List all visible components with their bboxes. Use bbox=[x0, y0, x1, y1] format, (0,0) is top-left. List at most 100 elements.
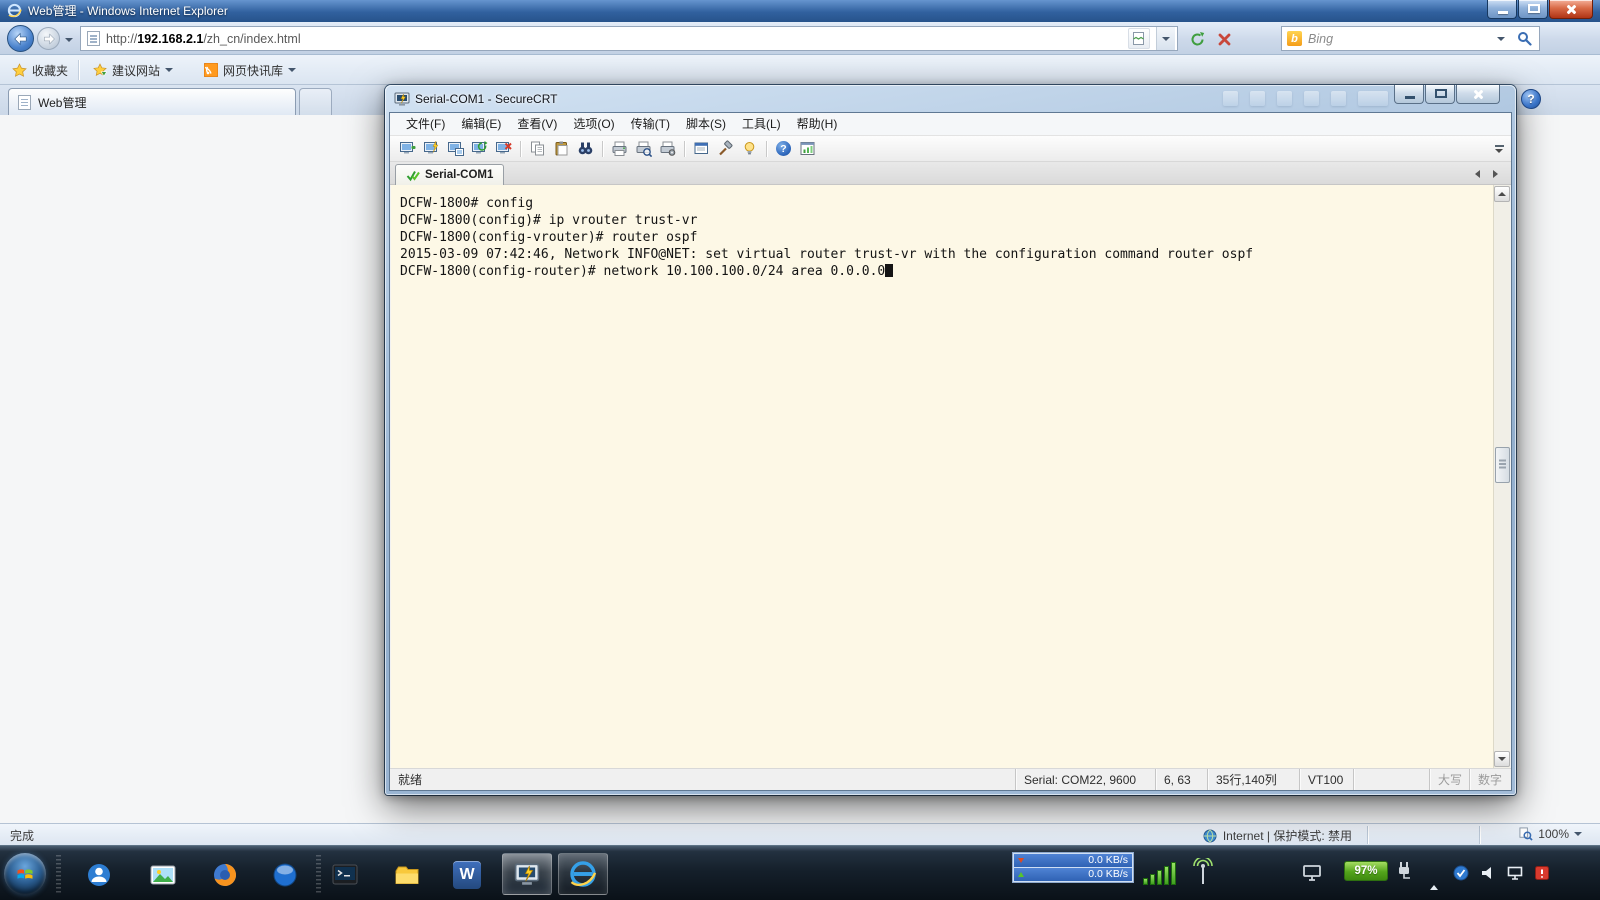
session-tab-serial-com1[interactable]: Serial-COM1 bbox=[395, 164, 505, 185]
address-dropdown-button[interactable] bbox=[1156, 27, 1175, 50]
minimize-button[interactable] bbox=[1487, 0, 1517, 19]
tab-web-admin[interactable]: Web管理 bbox=[8, 88, 296, 115]
securecrt-taskbar-button[interactable] bbox=[502, 853, 552, 895]
magnifier-icon bbox=[1518, 32, 1532, 46]
search-box[interactable]: b Bing bbox=[1281, 26, 1540, 51]
terminal-prompt-line: DCFW-1800(config-router)# network 10.100… bbox=[400, 263, 1490, 280]
scrollbar-thumb[interactable] bbox=[1495, 447, 1510, 483]
menu-file[interactable]: 文件(F) bbox=[398, 113, 453, 136]
ie-logo-icon bbox=[7, 3, 22, 18]
browser-sphere-icon[interactable] bbox=[270, 860, 300, 890]
session-options-icon[interactable] bbox=[715, 138, 736, 159]
connect-in-tab-icon[interactable] bbox=[445, 138, 466, 159]
menu-script[interactable]: 脚本(S) bbox=[678, 113, 734, 136]
securecrt-titlebar[interactable]: Serial-COM1 - SecureCRT bbox=[385, 85, 1516, 112]
display-icon[interactable] bbox=[1302, 864, 1322, 882]
favorites-button[interactable]: 收藏夹 bbox=[5, 58, 75, 82]
signal-strength-icon[interactable] bbox=[1143, 862, 1176, 885]
menu-help[interactable]: 帮助(H) bbox=[789, 113, 846, 136]
network-status-icon[interactable] bbox=[1506, 864, 1524, 882]
scroll-up-button[interactable] bbox=[1494, 186, 1510, 202]
terminal-screen[interactable]: DCFW-1800# config DCFW-1800(config)# ip … bbox=[391, 185, 1510, 768]
securecrt-window-controls bbox=[1394, 85, 1500, 104]
print-setup-icon[interactable] bbox=[657, 138, 678, 159]
explorer-folder-icon[interactable] bbox=[392, 860, 422, 890]
ac-power-icon[interactable] bbox=[1396, 861, 1412, 881]
scroll-down-button[interactable] bbox=[1494, 751, 1510, 767]
securecrt-window-title: Serial-COM1 - SecureCRT bbox=[415, 92, 558, 106]
volume-icon[interactable] bbox=[1479, 864, 1497, 882]
menu-tools[interactable]: 工具(L) bbox=[734, 113, 789, 136]
ie-window-controls bbox=[1487, 0, 1593, 19]
toolbar-separator bbox=[684, 140, 685, 157]
battery-level-badge[interactable]: 97% bbox=[1344, 861, 1388, 881]
forward-button[interactable] bbox=[37, 27, 60, 50]
compatibility-view-button[interactable] bbox=[1128, 28, 1150, 49]
tab-scroll-left-button[interactable] bbox=[1470, 166, 1485, 181]
glass-reflection-icons bbox=[1223, 91, 1388, 106]
network-speed-widget[interactable]: 0.0 KB/s 0.0 KB/s bbox=[1012, 852, 1134, 883]
vertical-scrollbar[interactable] bbox=[1493, 185, 1510, 768]
print-icon[interactable] bbox=[609, 138, 630, 159]
show-hidden-icons-button[interactable] bbox=[1430, 868, 1438, 890]
properties-icon[interactable] bbox=[691, 138, 712, 159]
disconnect-icon[interactable] bbox=[493, 138, 514, 159]
maximize-button[interactable] bbox=[1425, 85, 1455, 104]
close-button[interactable] bbox=[1549, 0, 1593, 19]
zoom-control[interactable]: 100% bbox=[1519, 827, 1582, 841]
photo-viewer-icon[interactable] bbox=[148, 860, 178, 890]
stop-x-icon bbox=[1218, 33, 1230, 45]
console-icon[interactable] bbox=[330, 860, 360, 890]
wireless-antenna-icon[interactable] bbox=[1192, 858, 1214, 886]
connect-icon[interactable] bbox=[397, 138, 418, 159]
battery-percent: 97% bbox=[1354, 865, 1378, 877]
terminal-text: DCFW-1800(config-router)# network 10.100… bbox=[400, 264, 886, 279]
paste-icon[interactable] bbox=[551, 138, 572, 159]
back-button[interactable] bbox=[7, 25, 34, 52]
menu-options[interactable]: 选项(O) bbox=[565, 113, 622, 136]
refresh-button[interactable] bbox=[1184, 27, 1210, 51]
security-alert-icon[interactable] bbox=[1533, 864, 1551, 882]
address-bar[interactable]: http://192.168.2.1/zh_cn/index.html bbox=[80, 26, 1178, 51]
ie-titlebar[interactable]: Web管理 - Windows Internet Explorer bbox=[0, 0, 1600, 22]
chevron-down-icon bbox=[1574, 832, 1582, 836]
start-button[interactable] bbox=[4, 853, 46, 895]
taskbar-grip bbox=[316, 855, 321, 893]
suggested-sites-label: 建议网站 bbox=[112, 63, 161, 78]
download-speed-row: 0.0 KB/s bbox=[1014, 854, 1132, 867]
session-manager-icon[interactable] bbox=[797, 138, 818, 159]
print-preview-icon[interactable] bbox=[633, 138, 654, 159]
recent-pages-dropdown[interactable] bbox=[63, 34, 75, 46]
menu-transfer[interactable]: 传输(T) bbox=[623, 113, 678, 136]
suggested-sites-button[interactable]: 建议网站 bbox=[86, 58, 180, 82]
copy-icon[interactable] bbox=[527, 138, 548, 159]
favorites-bar: 收藏夹 建议网站 网页快讯库 bbox=[0, 55, 1600, 85]
close-button[interactable] bbox=[1456, 85, 1500, 104]
stop-button[interactable] bbox=[1212, 27, 1236, 51]
reconnect-icon[interactable] bbox=[469, 138, 490, 159]
maximize-button[interactable] bbox=[1518, 0, 1548, 19]
new-tab-stub[interactable] bbox=[299, 88, 332, 115]
word-icon[interactable]: W bbox=[452, 860, 482, 890]
minimize-button[interactable] bbox=[1394, 85, 1424, 104]
firefox-icon[interactable] bbox=[210, 860, 240, 890]
keyword-highlight-icon[interactable] bbox=[739, 138, 760, 159]
web-slices-label: 网页快讯库 bbox=[223, 63, 284, 78]
menu-view[interactable]: 查看(V) bbox=[509, 113, 565, 136]
help-icon[interactable]: ? bbox=[773, 138, 794, 159]
toolbar-overflow-button[interactable] bbox=[1491, 140, 1507, 158]
search-magnifier-button[interactable] bbox=[1514, 29, 1535, 48]
find-icon[interactable] bbox=[575, 138, 596, 159]
ie-help-button[interactable]: ? bbox=[1521, 89, 1541, 109]
quick-connect-icon[interactable] bbox=[421, 138, 442, 159]
favorites-star-icon bbox=[12, 62, 27, 77]
menu-edit[interactable]: 编辑(E) bbox=[453, 113, 509, 136]
ie-taskbar-button[interactable] bbox=[558, 853, 608, 895]
search-dropdown-button[interactable] bbox=[1494, 35, 1508, 43]
update-shield-icon[interactable] bbox=[1452, 864, 1470, 882]
tab-scroll-right-button[interactable] bbox=[1488, 166, 1503, 181]
chevron-down-icon bbox=[165, 68, 174, 72]
messenger-icon[interactable] bbox=[84, 860, 114, 890]
web-slices-button[interactable]: 网页快讯库 bbox=[197, 58, 303, 82]
securecrt-icon bbox=[514, 863, 540, 885]
